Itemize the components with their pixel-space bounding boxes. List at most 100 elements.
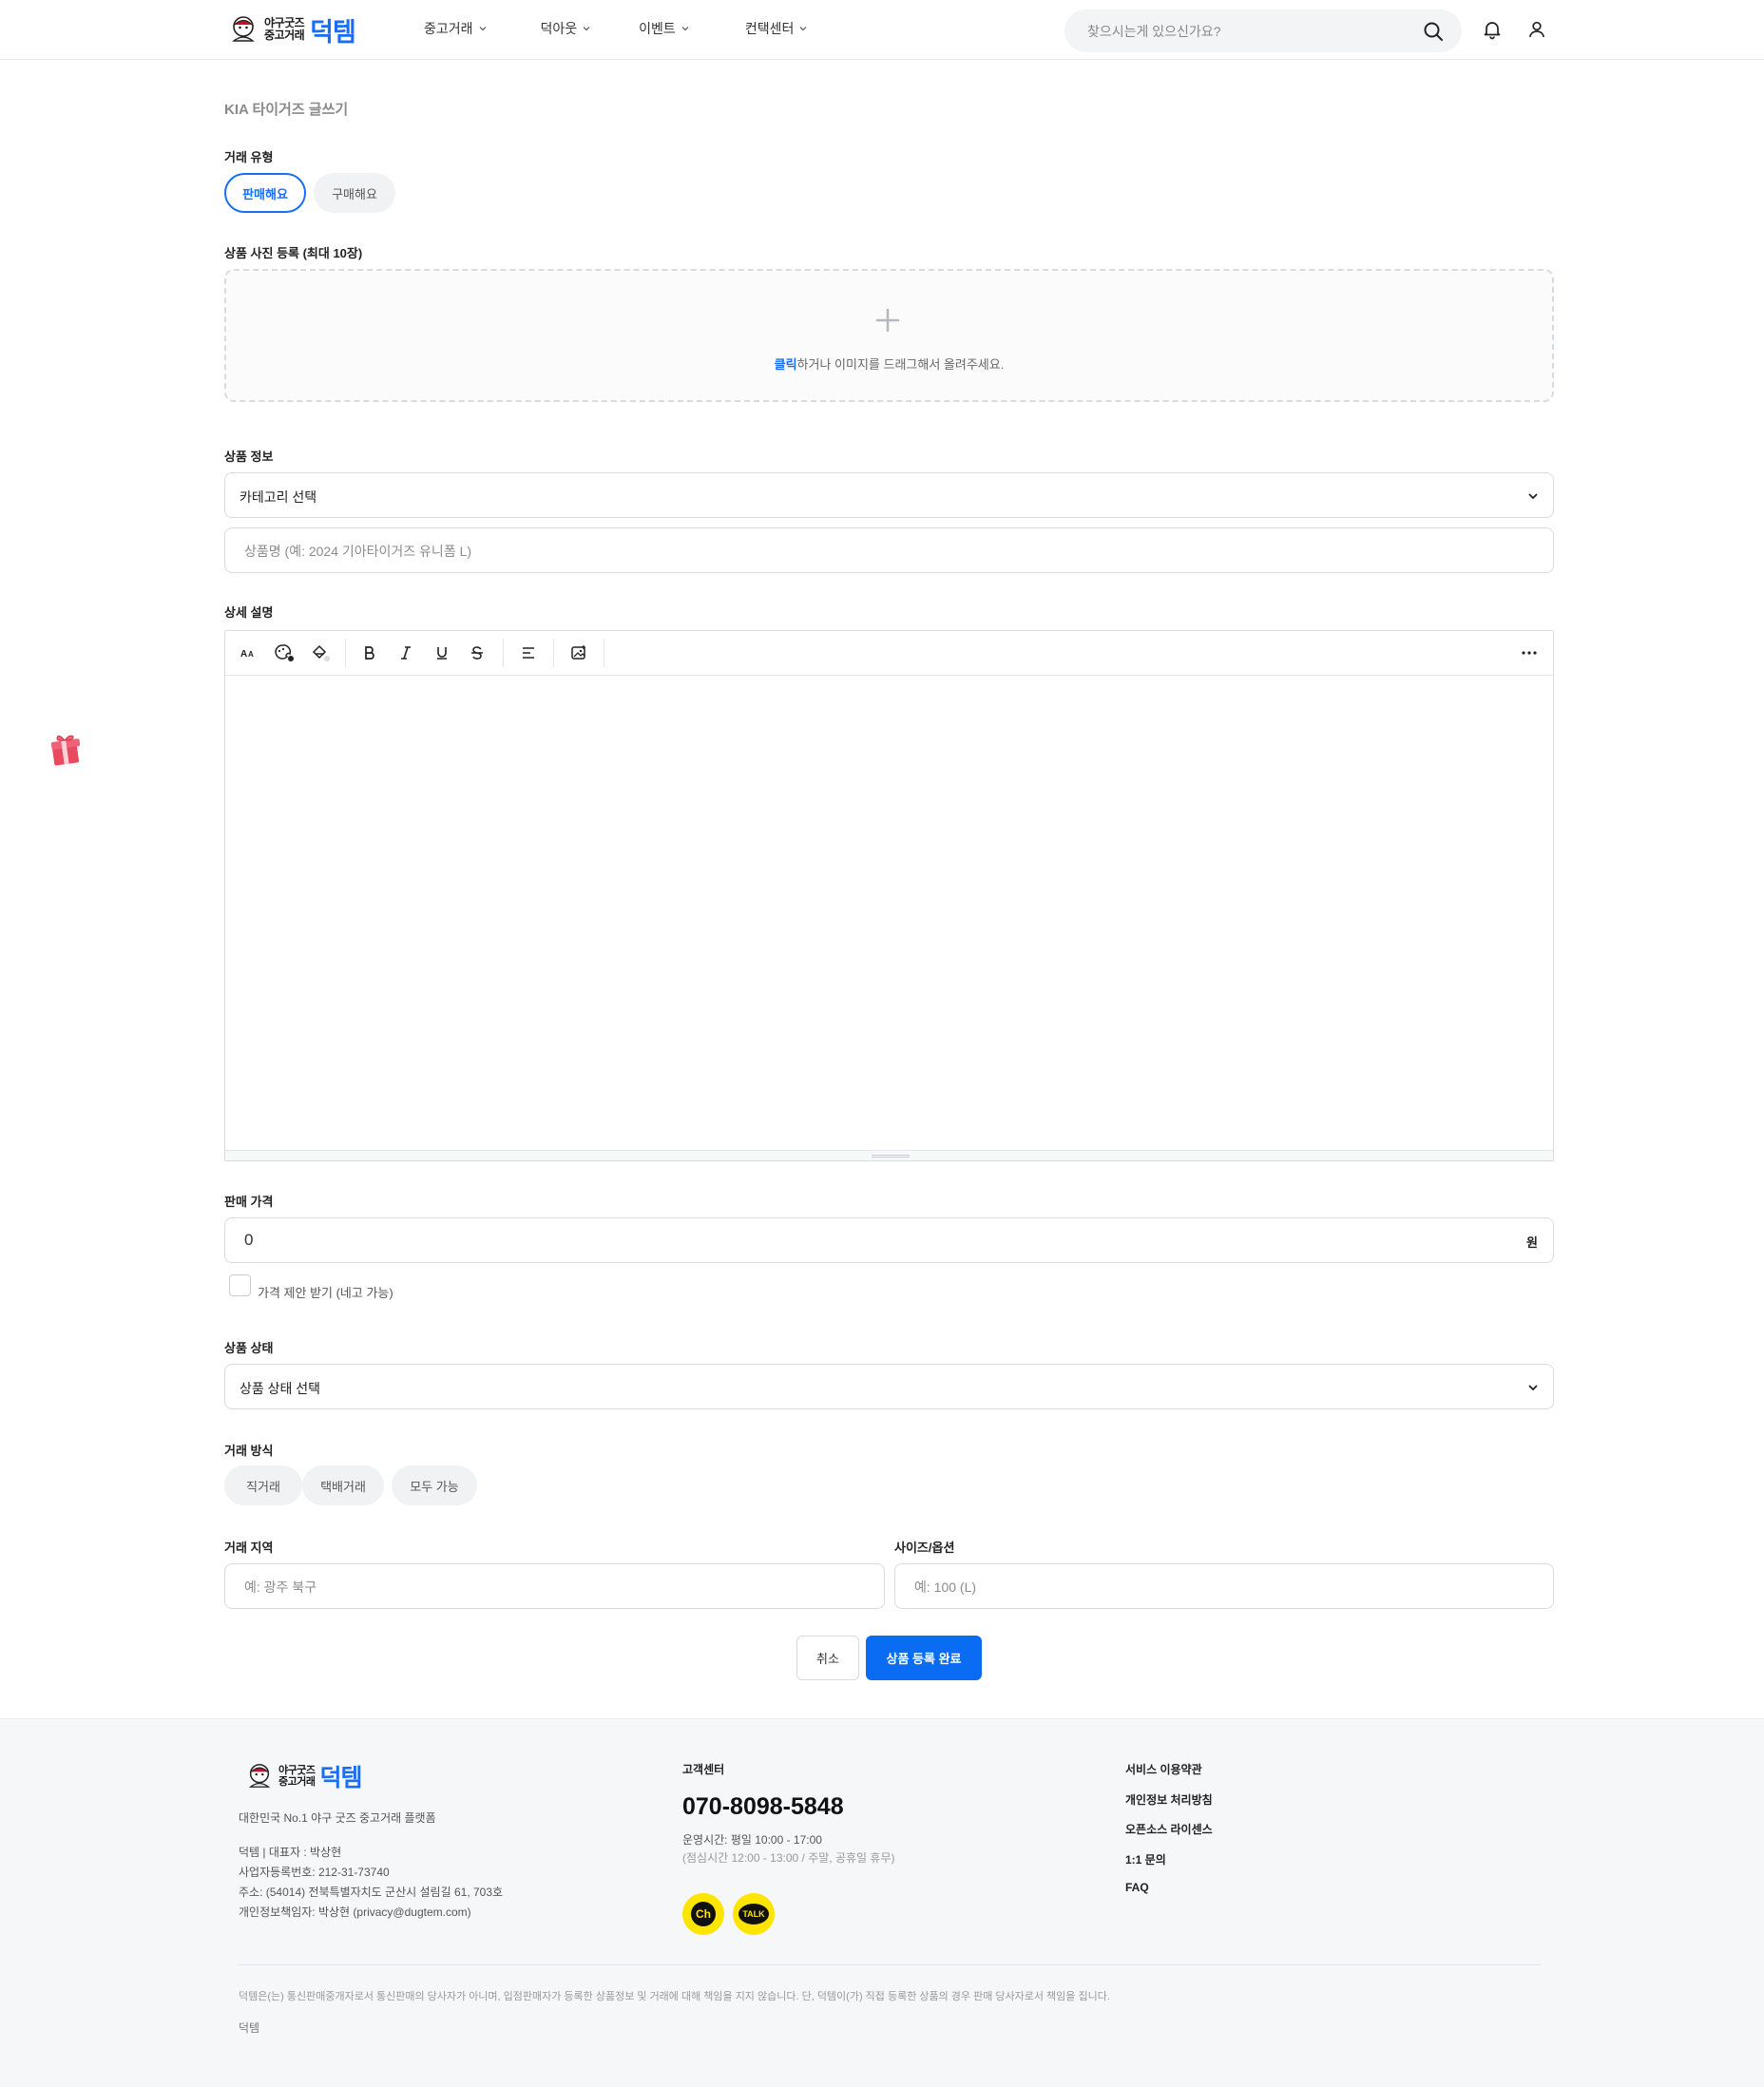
gift-icon[interactable] <box>49 732 82 766</box>
size-option-field <box>894 1563 1554 1609</box>
dropzone-hint: 클릭하거나 이미지를 드래그해서 올려주세요. <box>226 354 1552 373</box>
footer-links: 서비스 이용약관 개인정보 처리방침 오픈소스 라이센스 1:1 문의 FAQ <box>1125 1761 1213 1911</box>
site-footer: 야구굿즈 중고거래 덕템 대한민국 No.1 야구 굿즈 중고거래 플랫폼 덕템… <box>0 1718 1764 2087</box>
cs-title: 고객센터 <box>682 1763 725 1776</box>
italic-icon[interactable] <box>395 642 416 663</box>
price-offer-checkbox-label: 가격 제안 받기 (네고 가능) <box>258 1286 393 1300</box>
kakao-talk-button[interactable]: TALK <box>733 1893 775 1935</box>
region-input[interactable] <box>244 1577 853 1598</box>
price-offer-checkbox[interactable] <box>229 1274 251 1296</box>
nav-item-event[interactable]: 이벤트 <box>639 19 690 38</box>
condition-select-value: 상품 상태 선택 <box>240 1381 321 1396</box>
kakao-talk-icon: TALK <box>738 1904 769 1924</box>
search-input[interactable] <box>1087 21 1391 42</box>
page-title: KIA 타이거즈 글쓰기 <box>224 102 349 118</box>
company-line: 덕템 | 대표자 : 박상현 <box>239 1846 342 1859</box>
price-unit: 원 <box>1526 1235 1538 1250</box>
editor-resize-handle[interactable] <box>225 1150 1553 1160</box>
region-field <box>224 1563 885 1609</box>
trade-method-both-button[interactable]: 모두 가능 <box>392 1465 477 1505</box>
nav-item-used-trade[interactable]: 중고거래 <box>424 19 488 38</box>
trade-type-sell-button[interactable]: 판매해요 <box>224 173 306 213</box>
search-icon[interactable] <box>1422 20 1445 43</box>
logo-text-small-1: 야구굿즈 <box>278 1765 316 1776</box>
insert-image-icon[interactable] <box>568 642 589 663</box>
condition-select[interactable]: 상품 상태 선택 <box>224 1364 1554 1409</box>
description-label: 상세 설명 <box>224 605 274 620</box>
site-logo[interactable]: 야구굿즈 중고거래 덕템 <box>228 13 356 47</box>
trade-method-delivery-button[interactable]: 택배거래 <box>302 1465 384 1505</box>
price-value: 0 <box>244 1231 254 1249</box>
footer-logo[interactable]: 야구굿즈 중고거래 덕템 <box>245 1759 363 1793</box>
nav-item-contact-center[interactable]: 컨택센터 <box>745 19 809 38</box>
logo-mascot-icon <box>248 1764 271 1788</box>
kakao-channel-button[interactable]: Ch <box>682 1893 724 1935</box>
bell-icon[interactable] <box>1482 19 1503 40</box>
chevron-down-icon <box>1528 493 1538 500</box>
user-icon[interactable] <box>1526 19 1547 40</box>
logo-text-small-2: 중고거래 <box>264 29 305 42</box>
trade-method-label: 거래 방식 <box>224 1444 274 1458</box>
nav-label: 이벤트 <box>639 21 676 36</box>
price-field[interactable]: 0 원 <box>224 1217 1554 1263</box>
footer-link-terms[interactable]: 서비스 이용약관 <box>1125 1761 1213 1791</box>
svg-text:A: A <box>248 650 254 659</box>
chevron-down-icon <box>1528 1385 1538 1391</box>
region-label: 거래 지역 <box>224 1541 274 1555</box>
editor-toolbar: AA <box>225 631 1553 676</box>
cs-hours-sub: (점심시간 12:00 - 13:00 / 주말, 공휴일 휴무) <box>682 1851 895 1865</box>
category-select[interactable]: 카테고리 선택 <box>224 472 1554 518</box>
font-size-icon[interactable]: AA <box>239 642 259 663</box>
footer-brand: 덕템 <box>239 2021 260 2035</box>
product-info-label: 상품 정보 <box>224 450 274 464</box>
strikethrough-icon[interactable] <box>467 642 488 663</box>
nav-label: 컨택센터 <box>744 21 795 36</box>
logo-mascot-icon <box>232 16 255 42</box>
nav-label: 덕아웃 <box>540 21 578 36</box>
text-color-icon[interactable] <box>274 642 295 663</box>
kakao-channel-icon: Ch <box>691 1902 716 1926</box>
highlight-color-icon[interactable] <box>310 642 331 663</box>
company-line: 개인정보책임자: 박상현 (privacy@dugtem.com) <box>239 1905 471 1919</box>
bold-icon[interactable] <box>359 642 380 663</box>
trade-type-label: 거래 유형 <box>224 150 274 164</box>
more-icon[interactable] <box>1519 642 1540 663</box>
align-icon[interactable] <box>518 642 539 663</box>
editor-content-area[interactable] <box>225 677 1553 1152</box>
footer-link-privacy[interactable]: 개인정보 처리방침 <box>1125 1791 1213 1822</box>
main-nav: 중고거래 덕아웃 이벤트 컨택센터 <box>424 19 861 38</box>
logo-text-big: 덕템 <box>319 1765 362 1791</box>
trade-type-buy-button[interactable]: 구매해요 <box>314 173 395 213</box>
dropzone-hint-text: 하거나 이미지를 드래그해서 올려주세요. <box>796 357 1005 372</box>
cancel-button[interactable]: 취소 <box>796 1636 859 1680</box>
underline-icon[interactable] <box>431 642 452 663</box>
photo-dropzone[interactable]: 클릭하거나 이미지를 드래그해서 올려주세요. <box>224 269 1554 402</box>
product-name-input[interactable] <box>244 541 1527 562</box>
submit-product-button[interactable]: 상품 등록 완료 <box>866 1636 982 1680</box>
company-line: 주소: (54014) 전북특별자치도 군산시 설림길 61, 703호 <box>239 1886 504 1899</box>
photo-upload-label: 상품 사진 등록 (최대 10장) <box>224 246 363 260</box>
footer-link-inquiry[interactable]: 1:1 문의 <box>1125 1851 1213 1882</box>
footer-tagline: 대한민국 No.1 야구 굿즈 중고거래 플랫폼 <box>239 1811 436 1825</box>
size-option-label: 사이즈/옵션 <box>894 1541 955 1555</box>
nav-item-dugout[interactable]: 덕아웃 <box>541 19 592 38</box>
price-label: 판매 가격 <box>224 1195 274 1209</box>
cs-hours: 운영시간: 평일 10:00 - 17:00 (점심시간 12:00 - 13:… <box>682 1831 895 1867</box>
company-line: 사업자등록번호: 212-31-73740 <box>239 1866 390 1879</box>
footer-legal-notice: 덕템은(는) 통신판매중개자로서 통신판매의 당사자가 아니며, 입점판매자가 … <box>239 1991 1110 2002</box>
trade-method-direct-button[interactable]: 직거래 <box>224 1465 302 1505</box>
size-option-input[interactable] <box>914 1577 1523 1598</box>
dropzone-click-link[interactable]: 클릭 <box>775 357 797 372</box>
chevron-down-icon <box>681 27 689 31</box>
nav-label: 중고거래 <box>424 21 473 36</box>
chevron-down-icon <box>479 27 486 31</box>
footer-link-faq[interactable]: FAQ <box>1125 1881 1213 1911</box>
condition-label: 상품 상태 <box>224 1341 274 1355</box>
cs-hours-main: 운영시간: 평일 10:00 - 17:00 <box>682 1833 822 1847</box>
plus-icon <box>875 308 900 333</box>
footer-link-opensource[interactable]: 오픈소스 라이센스 <box>1125 1821 1213 1851</box>
rich-text-editor: AA <box>224 630 1554 1161</box>
logo-text-small-2: 중고거래 <box>278 1776 316 1788</box>
logo-text-big: 덕템 <box>310 17 356 47</box>
top-header: 야구굿즈 중고거래 덕템 중고거래 덕아웃 이벤트 컨택센터 <box>0 0 1764 60</box>
